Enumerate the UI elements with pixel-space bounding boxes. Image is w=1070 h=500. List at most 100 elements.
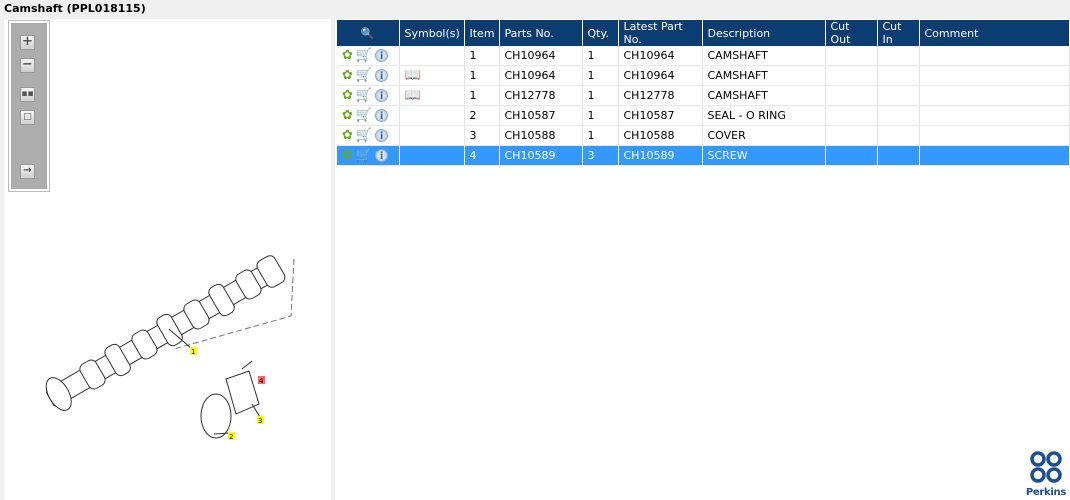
cell-item: 1 [464,85,500,106]
cell-qty: 1 [582,85,619,106]
gear-icon[interactable]: ✿ [342,48,353,63]
cell-cut-out [825,85,878,106]
row-actions: ✿ 🛒 i [337,105,400,126]
header-search[interactable]: 🔍 [337,20,400,46]
gear-icon[interactable]: ✿ [342,88,353,103]
cell-part-no: CH12778 [499,85,583,106]
callout-4[interactable]: 4 [259,377,264,385]
cell-description: CAMSHAFT [702,46,826,66]
table-row[interactable]: ✿ 🛒 i 3 CH10588 1 CH10588 COVER [337,125,1070,146]
cell-latest-part: CH12778 [618,85,703,106]
gear-icon[interactable]: ✿ [342,128,353,143]
cell-item: 1 [464,65,500,86]
cart-icon[interactable]: 🛒 [356,88,372,103]
row-actions: ✿ 🛒 i [337,85,400,106]
cell-latest-part: CH10587 [618,105,703,126]
info-icon[interactable]: i [375,109,389,122]
cell-cut-in [877,145,920,166]
cart-icon[interactable]: 🛒 [356,128,372,143]
table-row[interactable]: ✿ 🛒 i 📖 1 CH12778 1 CH12778 CAMSHAFT [337,85,1070,106]
cart-icon[interactable]: 🛒 [356,68,372,83]
page-title: Camshaft (PPL018115) [4,2,146,15]
cell-description: COVER [702,125,826,146]
header-symbols[interactable]: Symbol(s) [399,20,465,46]
cell-comment [919,46,1070,66]
cell-cut-out [825,145,878,166]
cell-item: 4 [464,145,500,166]
gear-icon[interactable]: ✿ [342,68,353,83]
exploded-diagram: 1 2 3 4 [45,255,295,441]
cell-symbol [399,145,465,166]
header-description[interactable]: Description [702,20,826,46]
cell-symbol [399,105,465,126]
cart-icon[interactable]: 🛒 [356,48,372,63]
header-comment[interactable]: Comment [919,20,1070,46]
book-icon[interactable]: 📖 [405,68,421,83]
cell-qty: 1 [582,105,619,126]
header-qty[interactable]: Qty. [582,20,619,46]
cell-cut-out [825,105,878,126]
gear-icon[interactable]: ✿ [342,148,353,163]
cell-latest-part: CH10588 [618,125,703,146]
header-parts-no[interactable]: Parts No. [499,20,583,46]
header-cut-in[interactable]: Cut In [877,20,920,46]
row-actions: ✿ 🛒 i [337,125,400,146]
cell-description: CAMSHAFT [702,65,826,86]
parts-list-panel: 🔍 Symbol(s) Item Parts No. Qty. Latest P… [335,19,1070,500]
cell-part-no: CH10588 [499,125,583,146]
perkins-logo-mark [1030,451,1062,483]
cell-part-no: CH10964 [499,46,583,66]
cell-description: SEAL - O RING [702,105,826,126]
row-actions: ✿ 🛒 i [337,65,400,86]
book-icon[interactable]: 📖 [405,88,421,103]
callout-3[interactable]: 3 [258,417,262,425]
cell-comment [919,65,1070,86]
cell-item: 2 [464,105,500,126]
cell-cut-in [877,85,920,106]
cell-part-no: CH10587 [499,105,583,126]
cell-latest-part: CH10964 [618,65,703,86]
brand-name: Perkins [1025,487,1066,498]
table-row[interactable]: ✿ 🛒 i 1 CH10964 1 CH10964 CAMSHAFT [337,46,1070,66]
table-row[interactable]: ✿ 🛒 i 2 CH10587 1 CH10587 SEAL - O RING [337,105,1070,126]
info-icon[interactable]: i [375,129,389,142]
cell-qty: 1 [582,65,619,86]
cell-latest-part: CH10589 [618,145,703,166]
cell-comment [919,105,1070,126]
search-icon[interactable]: 🔍 [361,27,375,40]
header-latest-part[interactable]: Latest Part No. [618,20,703,46]
table-row[interactable]: ✿ 🛒 i 4 CH10589 3 CH10589 SCREW [337,145,1070,166]
cell-cut-in [877,46,920,66]
gear-icon[interactable]: ✿ [342,108,353,123]
cell-symbol [399,46,465,66]
diagram-panel: + − ▪▪ □ → 1 2 3 4 [4,19,331,500]
cell-description: SCREW [702,145,826,166]
cell-qty: 3 [582,145,619,166]
info-icon[interactable]: i [375,49,389,62]
cell-comment [919,85,1070,106]
info-icon[interactable]: i [375,149,389,162]
header-cut-out[interactable]: Cut Out [825,20,878,46]
cell-symbol [399,125,465,146]
table-row[interactable]: ✿ 🛒 i 📖 1 CH10964 1 CH10964 CAMSHAFT [337,65,1070,86]
cell-cut-in [877,105,920,126]
row-actions: ✿ 🛒 i [337,46,400,66]
info-icon[interactable]: i [375,89,389,102]
cell-cut-in [877,125,920,146]
row-actions: ✿ 🛒 i [337,145,400,166]
cell-cut-out [825,125,878,146]
cell-qty: 1 [582,46,619,66]
callout-2[interactable]: 2 [229,433,233,441]
callout-1[interactable]: 1 [191,348,195,356]
parts-table: 🔍 Symbol(s) Item Parts No. Qty. Latest P… [337,20,1070,166]
cart-icon[interactable]: 🛒 [356,108,372,123]
cell-item: 3 [464,125,500,146]
cell-cut-out [825,46,878,66]
cell-part-no: CH10964 [499,65,583,86]
cell-description: CAMSHAFT [702,85,826,106]
cart-icon[interactable]: 🛒 [356,148,372,163]
cell-comment [919,125,1070,146]
header-item[interactable]: Item [464,20,500,46]
info-icon[interactable]: i [375,69,389,82]
cell-cut-in [877,65,920,86]
